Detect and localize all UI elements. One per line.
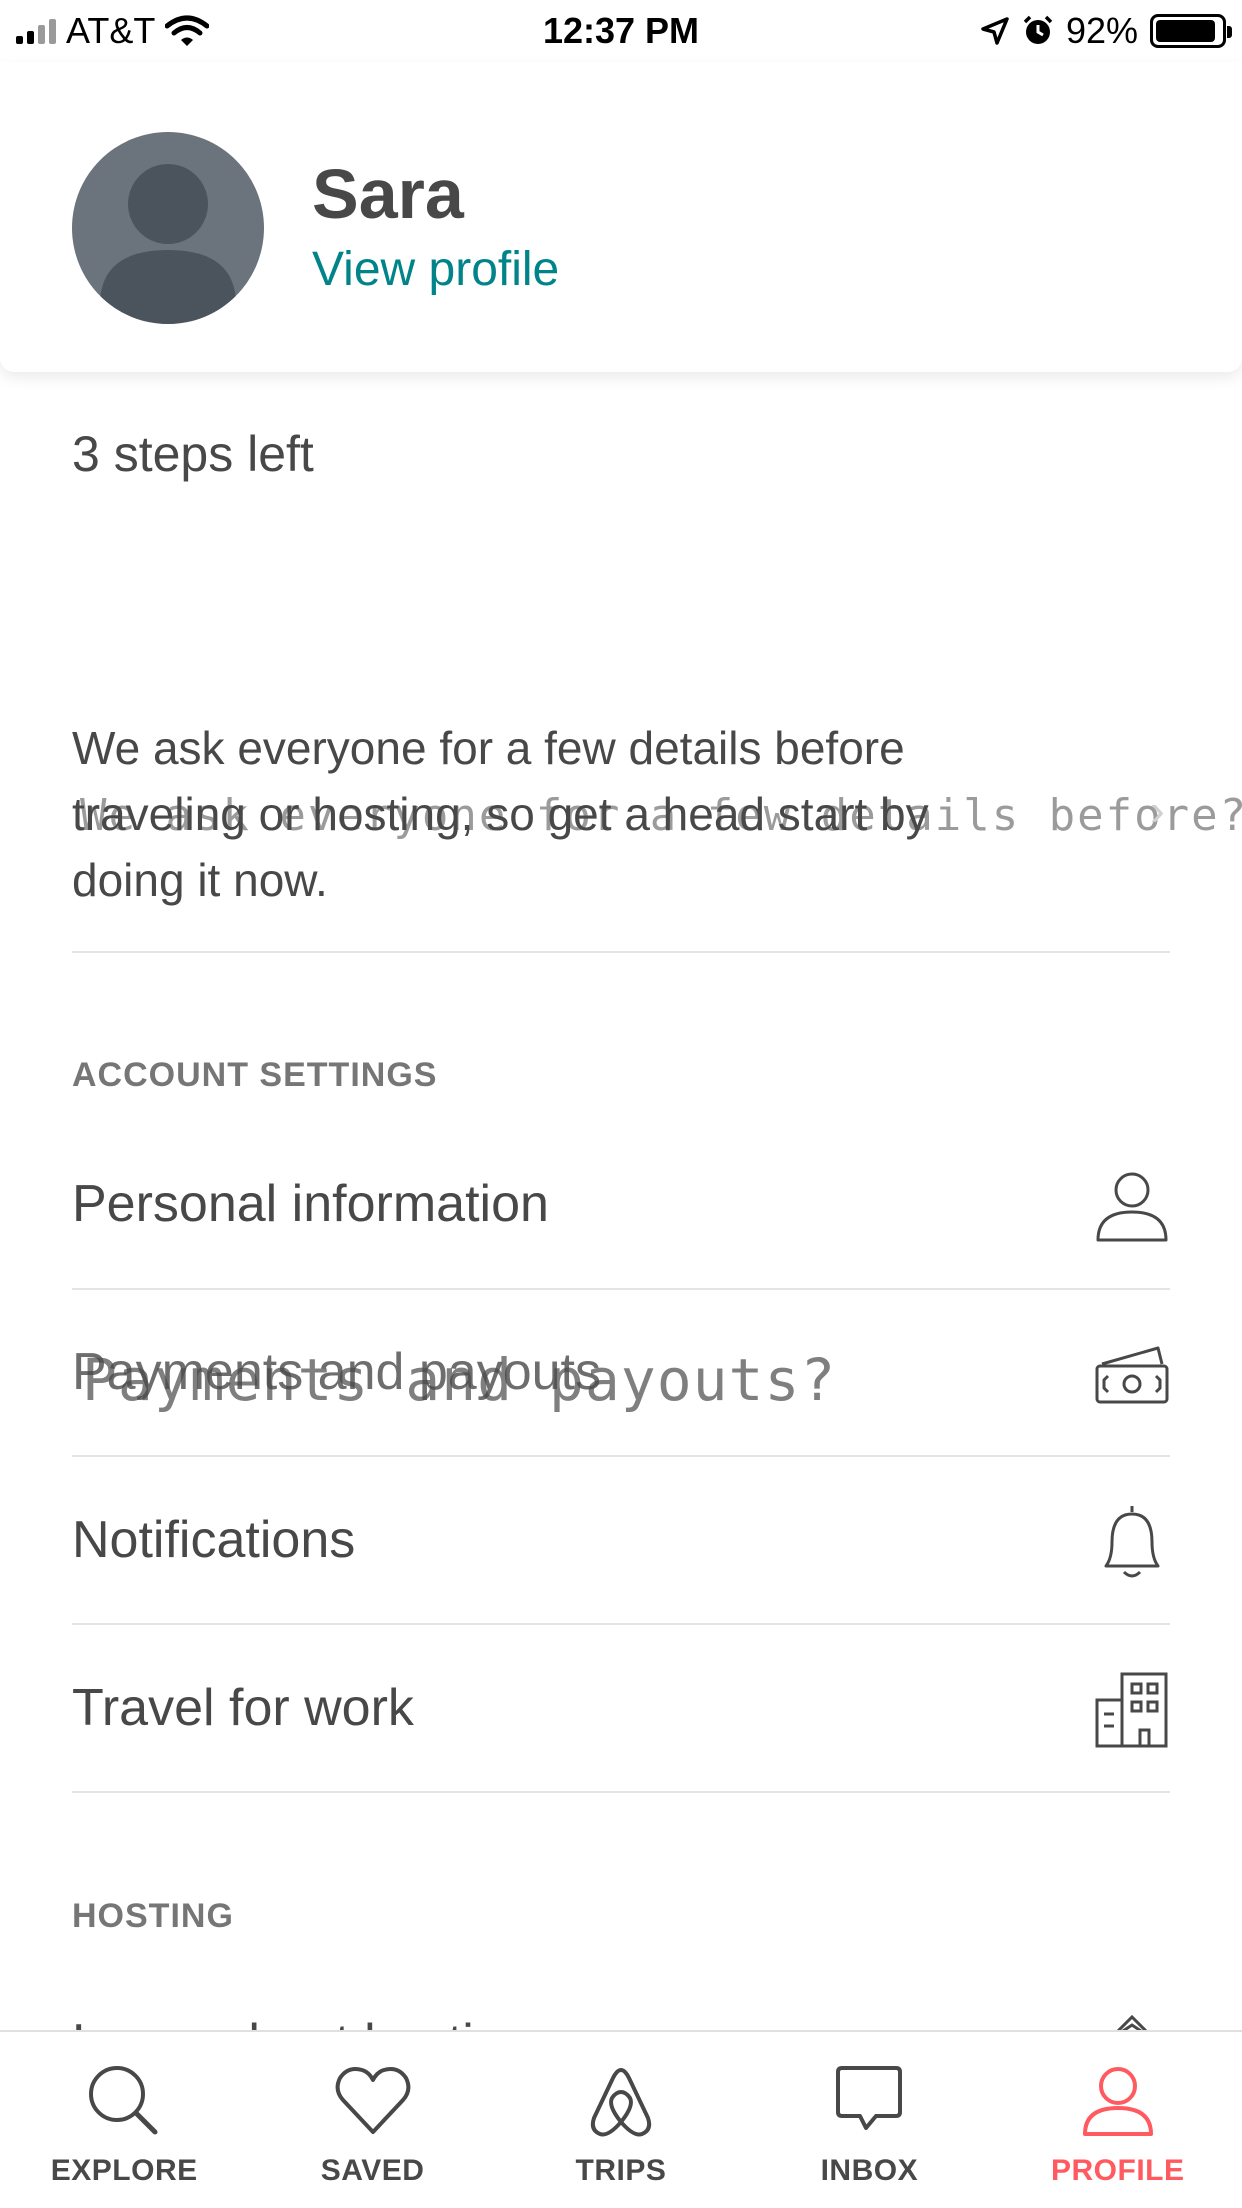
divider (72, 951, 1170, 953)
tab-trips[interactable]: TRIPS (497, 2032, 745, 2208)
divider (72, 1288, 1170, 1290)
tab-label: EXPLORE (50, 2154, 198, 2187)
menu-item-payments-and-payouts[interactable]: Payments and payouts Payments and payout… (72, 1292, 1170, 1458)
section-title-hosting: HOSTING (72, 1897, 234, 1935)
location-arrow-icon (981, 17, 1009, 45)
tab-bar: EXPLORE SAVED TRIPS INBOX PROFILE (0, 2030, 1242, 2208)
menu-item-travel-for-work[interactable]: Travel for work (72, 1628, 1170, 1794)
avatar-placeholder-icon[interactable] (72, 132, 264, 324)
status-bar: AT&T 12:37 PM 92% (0, 0, 1242, 62)
person-icon (1096, 1172, 1168, 1242)
search-icon (89, 2066, 158, 2135)
battery-icon (1150, 14, 1232, 48)
chat-bubble-icon (836, 2066, 903, 2130)
money-icon (1095, 1346, 1169, 1404)
profile-icon (1082, 2067, 1153, 2136)
steps-left-label: 3 steps left (72, 426, 314, 482)
alarm-icon (1023, 15, 1053, 44)
tab-saved[interactable]: SAVED (249, 2032, 497, 2208)
divider (72, 1791, 1170, 1793)
tab-label: TRIPS (575, 2154, 667, 2187)
tab-inbox[interactable]: INBOX (745, 2032, 993, 2208)
menu-item-personal-information[interactable]: Personal information (72, 1124, 1170, 1290)
menu-item-overlay-text: Payments and payouts? (82, 1346, 837, 1414)
view-profile-link[interactable]: View profile (312, 242, 559, 297)
tab-explore[interactable]: EXPLORE (0, 2032, 248, 2208)
tab-label: SAVED (320, 2154, 425, 2187)
divider (72, 1623, 1170, 1625)
details-overlay-text: We ask everyone for a few details before… (80, 790, 1242, 841)
airbnb-logo-icon (590, 2068, 652, 2137)
chevron-right-icon: › (1150, 786, 1165, 835)
menu-item-label: Notifications (72, 1511, 356, 1569)
menu-item-notifications[interactable]: Notifications (72, 1460, 1170, 1626)
battery-percent: 92% (1065, 10, 1138, 51)
profile-name: Sara (312, 155, 464, 233)
profile-header: Sara View profile (0, 62, 1242, 372)
bell-icon (1104, 1506, 1160, 1578)
section-title-account-settings: ACCOUNT SETTINGS (72, 1056, 438, 1094)
tab-label: PROFILE (1050, 2154, 1185, 2187)
profile-screen: AT&T 12:37 PM 92% Sara View profile 3 st… (0, 0, 1242, 2208)
status-right: 92% (980, 10, 1232, 52)
building-icon (1095, 1672, 1168, 1748)
heart-icon (335, 2067, 410, 2134)
menu-item-label: Personal information (72, 1175, 549, 1233)
tab-profile[interactable]: PROFILE (994, 2032, 1242, 2208)
divider (72, 1455, 1170, 1457)
tab-label: INBOX (820, 2154, 919, 2187)
menu-item-label: Travel for work (72, 1679, 414, 1737)
